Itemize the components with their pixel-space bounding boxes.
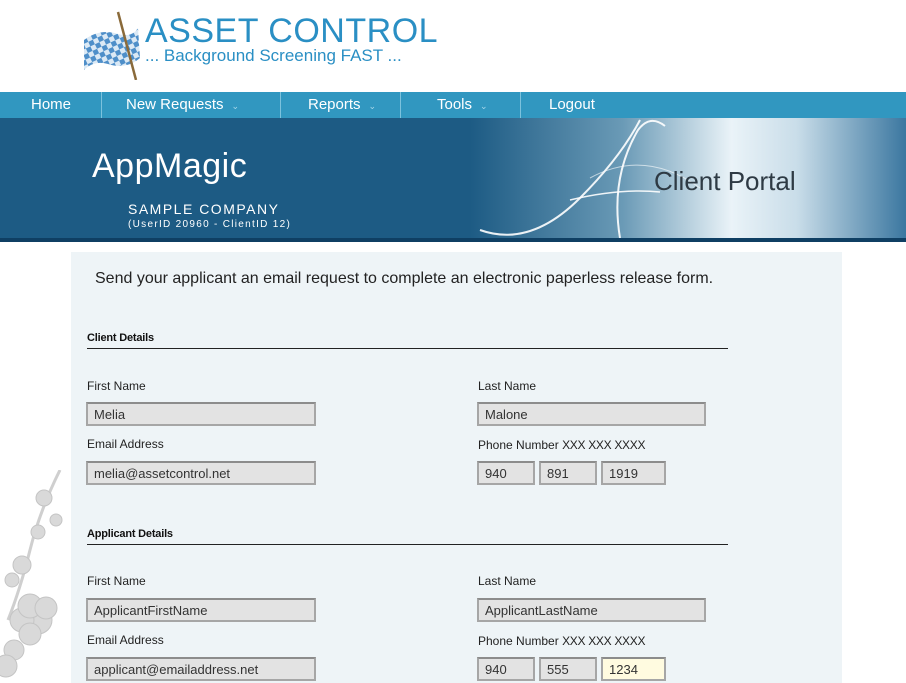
- nav-logout-label: Logout: [549, 96, 595, 113]
- applicant-last-name-label: Last Name: [478, 574, 537, 588]
- client-email-label: Email Address: [87, 437, 164, 451]
- intro-text: Send your applicant an email request to …: [95, 270, 714, 287]
- applicant-phone-format: XXX XXX XXXX: [562, 634, 646, 648]
- client-last-name-label: Last Name: [478, 379, 537, 393]
- nav-logout[interactable]: Logout: [521, 92, 631, 118]
- nav-home[interactable]: Home: [0, 92, 102, 118]
- applicant-section-divider: [87, 544, 728, 545]
- client-email-input[interactable]: [86, 461, 316, 485]
- nav-reports[interactable]: Reports ⌄: [281, 92, 401, 118]
- client-section-divider: [87, 348, 728, 349]
- client-first-name-input[interactable]: [86, 402, 316, 426]
- applicant-phone-label-text: Phone Number: [478, 634, 559, 648]
- app-title: AppMagic: [92, 147, 248, 185]
- applicant-email-label: Email Address: [87, 633, 164, 647]
- banner-underline: [0, 238, 906, 242]
- brand-title: ASSET CONTROL: [145, 12, 439, 50]
- client-first-name-label: First Name: [87, 379, 146, 393]
- client-section-title: Client Details: [87, 332, 154, 344]
- user-info: (UserID 20960 - ClientID 12): [128, 219, 292, 230]
- client-phone-label: Phone Number XXX XXX XXXX: [478, 438, 645, 452]
- applicant-first-name-input[interactable]: [86, 598, 316, 622]
- applicant-phone-label: Phone Number XXX XXX XXXX: [478, 634, 645, 648]
- nav-new-requests[interactable]: New Requests ⌄: [102, 92, 281, 118]
- main-nav: Home New Requests ⌄ Reports ⌄ Tools ⌄ Logou…: [0, 92, 906, 118]
- client-phone-prefix-input[interactable]: [539, 461, 597, 485]
- client-phone-area-input[interactable]: [477, 461, 535, 485]
- client-phone-line-input[interactable]: [601, 461, 666, 485]
- brand-subtitle: ... Background Screening FAST ...: [145, 46, 402, 65]
- chevron-down-icon: ⌄: [480, 101, 488, 111]
- nav-reports-label: Reports: [308, 96, 361, 113]
- nav-new-requests-label: New Requests: [126, 96, 224, 113]
- checkered-flag-logo: [84, 11, 140, 80]
- applicant-first-name-label: First Name: [87, 574, 146, 588]
- portal-label: Client Portal: [654, 166, 796, 196]
- client-last-name-input[interactable]: [477, 402, 706, 426]
- applicant-email-input[interactable]: [86, 657, 316, 681]
- applicant-last-name-input[interactable]: [477, 598, 706, 622]
- client-phone-format: XXX XXX XXXX: [562, 438, 646, 452]
- applicant-phone-area-input[interactable]: [477, 657, 535, 681]
- nav-home-label: Home: [31, 96, 72, 113]
- nav-tools[interactable]: Tools ⌄: [401, 92, 521, 118]
- applicant-phone-line-input[interactable]: [601, 657, 666, 681]
- nav-tools-label: Tools: [437, 96, 473, 113]
- applicant-phone-prefix-input[interactable]: [539, 657, 597, 681]
- blossom-decoration-icon: [0, 470, 63, 678]
- applicant-section-title: Applicant Details: [87, 528, 173, 540]
- chevron-down-icon: ⌄: [231, 101, 240, 111]
- client-phone-label-text: Phone Number: [478, 438, 559, 452]
- chevron-down-icon: ⌄: [368, 101, 377, 111]
- company-name: SAMPLE COMPANY: [128, 201, 280, 217]
